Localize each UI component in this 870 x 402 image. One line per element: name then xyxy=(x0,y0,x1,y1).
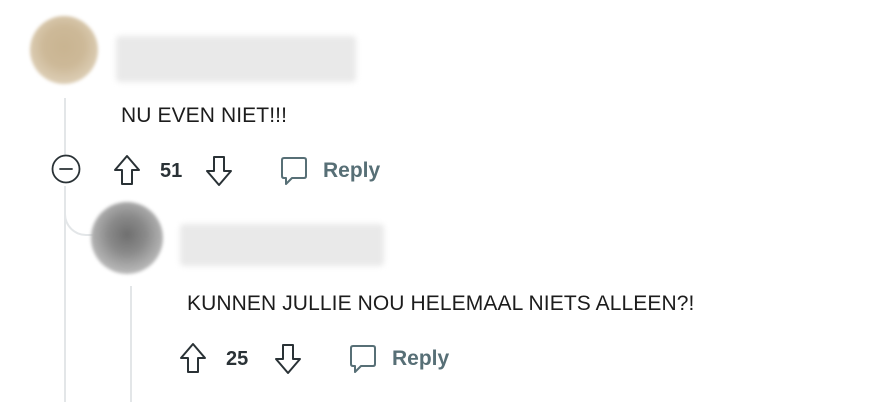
downvote-icon[interactable] xyxy=(274,343,302,375)
upvote-icon[interactable] xyxy=(113,154,141,186)
reply-button[interactable]: Reply xyxy=(392,347,449,371)
reply-button[interactable]: Reply xyxy=(323,159,380,183)
thread-connector xyxy=(64,190,94,236)
downvote-icon[interactable] xyxy=(205,155,233,187)
vote-count: 25 xyxy=(226,348,249,370)
thread-line xyxy=(130,286,132,402)
avatar[interactable] xyxy=(91,202,163,274)
avatar[interactable] xyxy=(30,16,98,84)
collapse-icon[interactable] xyxy=(51,154,81,184)
reply-icon[interactable] xyxy=(347,343,379,375)
username-redacted xyxy=(180,224,384,266)
upvote-icon[interactable] xyxy=(179,342,207,374)
username-redacted xyxy=(116,36,356,82)
comment-text: NU EVEN NIET!!! xyxy=(121,104,288,127)
comment-text: KUNNEN JULLIE NOU HELEMAAL NIETS ALLEEN?… xyxy=(187,292,695,315)
reply-icon[interactable] xyxy=(278,155,310,187)
vote-count: 51 xyxy=(160,160,183,182)
thread-line xyxy=(64,98,66,156)
